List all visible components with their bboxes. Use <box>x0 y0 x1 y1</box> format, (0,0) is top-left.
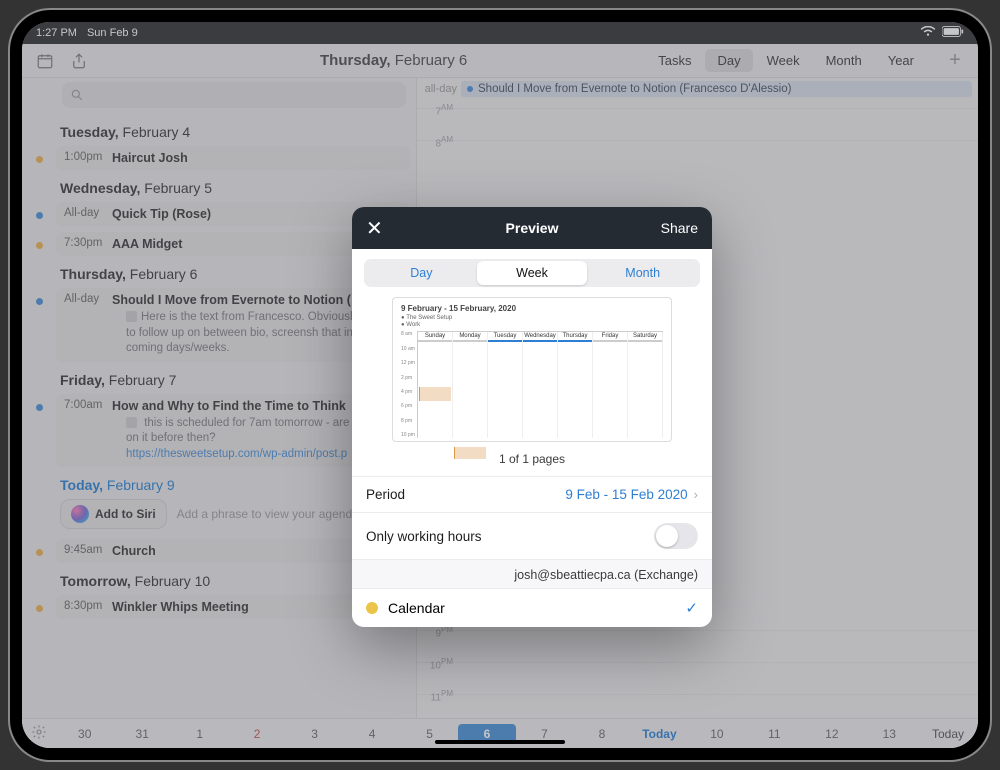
range-segmented-control[interactable]: DayWeekMonth <box>364 259 700 287</box>
share-button[interactable]: Share <box>661 220 698 236</box>
modal-title: Preview <box>506 220 559 236</box>
check-icon: ✓ <box>685 599 698 617</box>
close-icon[interactable]: ✕ <box>366 216 383 241</box>
print-preview-thumbnail: 9 February - 15 February, 2020 ● The Swe… <box>392 297 672 442</box>
seg-month[interactable]: Month <box>587 261 698 285</box>
seg-day[interactable]: Day <box>366 261 477 285</box>
seg-week[interactable]: Week <box>477 261 588 285</box>
preview-modal: ✕ Preview Share DayWeekMonth 9 February … <box>352 207 712 627</box>
calendar-row[interactable]: Calendar ✓ <box>352 588 712 627</box>
period-row[interactable]: Period 9 Feb - 15 Feb 2020› <box>352 476 712 512</box>
chevron-right-icon: › <box>694 487 698 502</box>
page-indicator: 1 of 1 pages <box>352 446 712 476</box>
calendar-color-icon <box>366 602 378 614</box>
home-indicator <box>435 740 565 744</box>
calendar-name: Calendar <box>388 600 445 616</box>
account-header: josh@sbeattiecpa.ca (Exchange) <box>352 559 712 588</box>
working-hours-row[interactable]: Only working hours <box>352 512 712 559</box>
working-hours-toggle[interactable] <box>654 523 698 549</box>
